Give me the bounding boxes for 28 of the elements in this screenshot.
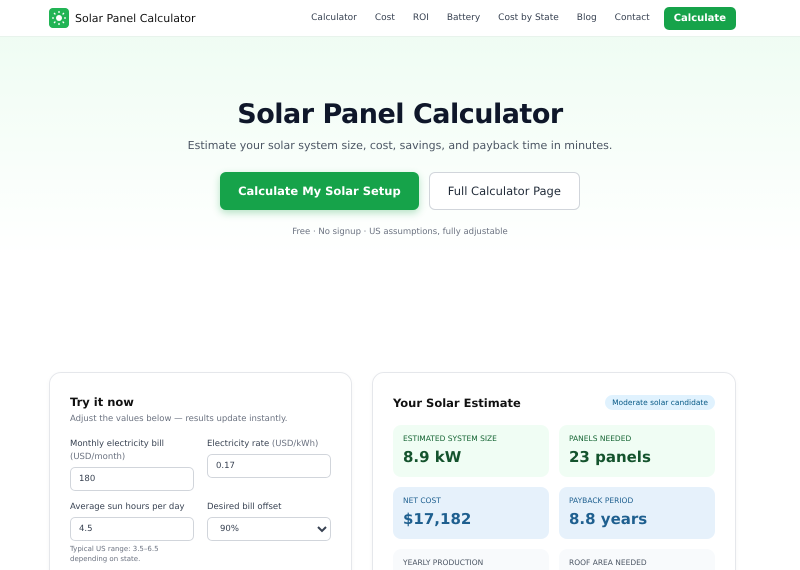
metric-value: 8.8 years — [569, 510, 648, 528]
nav-link[interactable]: Cost by State — [498, 13, 559, 23]
offset-dropdown[interactable]: 90% — [207, 517, 331, 541]
full-calculator-button[interactable]: Full Calculator Page — [428, 172, 580, 210]
nav-link[interactable]: Calculator — [311, 13, 357, 23]
nav-link[interactable]: Blog — [576, 13, 597, 23]
field-label: Average sun hours per day — [70, 501, 186, 514]
card-title: Try it now — [70, 395, 135, 409]
nav-link[interactable]: Contact — [614, 13, 650, 23]
page-title: Solar Panel Calculator — [237, 99, 563, 130]
nav-link[interactable]: ROI — [412, 13, 429, 23]
card-title: Your Solar Estimate — [393, 396, 521, 410]
field-label: Monthly electricity bill (USD/month) — [70, 438, 165, 464]
metric-value: $17,182 — [403, 510, 472, 528]
logo-icon — [49, 8, 69, 28]
card-subtitle: Adjust the values below — results update instantly. — [70, 414, 288, 424]
hero-note: Free · No signup · US assumptions, fully adjustable — [292, 227, 508, 237]
input-field[interactable]: 180 — [70, 467, 194, 491]
hero-subtitle: Estimate your solar system size, cost, savings, and payback time in minutes. — [188, 139, 612, 152]
input-field[interactable]: 4.5 — [70, 517, 194, 541]
metric-value: 23 panels — [569, 448, 652, 466]
field-label: Electricity rate (USD/kWh) — [207, 438, 320, 451]
metric-value: 8.9 kW — [403, 448, 462, 466]
nav-link[interactable]: Cost — [374, 13, 395, 23]
input-field[interactable]: 0.17 — [207, 454, 331, 478]
field-label: Desired bill offset — [207, 501, 282, 514]
brand-name[interactable]: Solar Panel Calculator — [75, 12, 302, 24]
nav-link[interactable]: Battery — [446, 13, 480, 23]
